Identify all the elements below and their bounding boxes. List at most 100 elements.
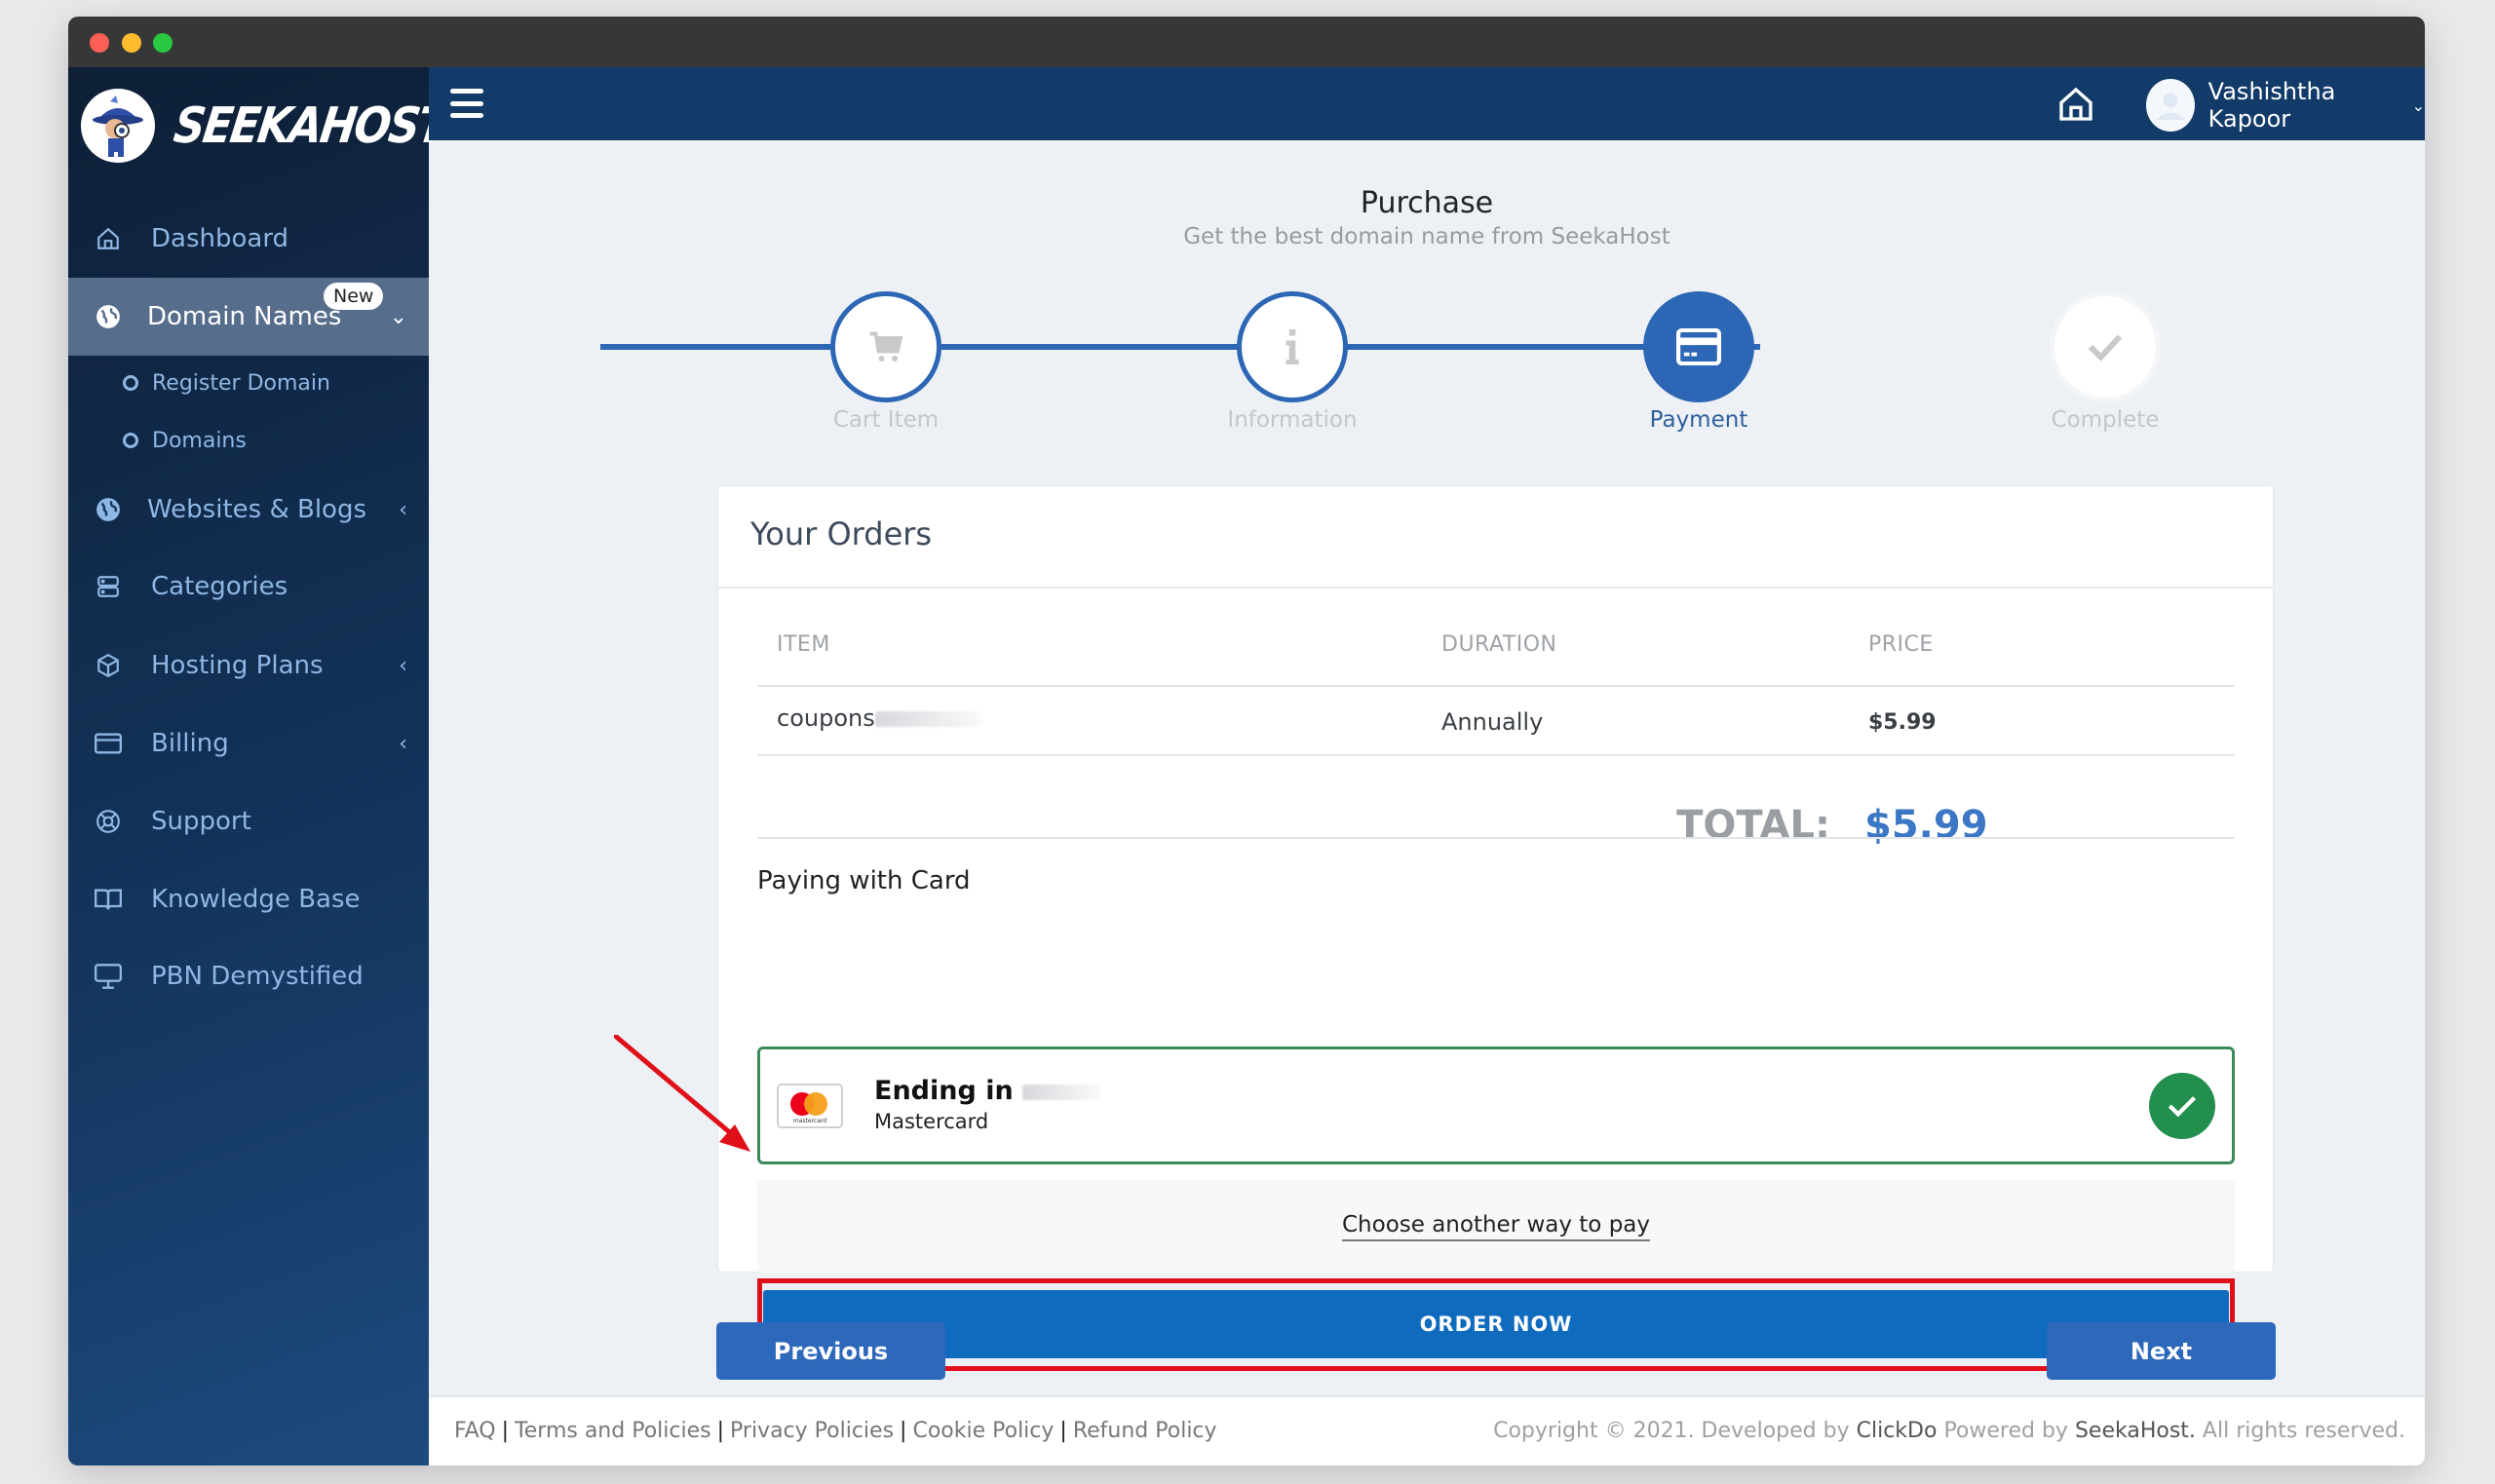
total-value: $5.99	[1864, 803, 1988, 848]
sidebar-item-label: Hosting Plans	[151, 651, 324, 680]
card-brand: Mastercard	[874, 1110, 989, 1133]
order-now-button[interactable]: ORDER NOW	[763, 1290, 2229, 1358]
sidebar-item-label: Websites & Blogs	[147, 495, 367, 524]
window-maximize-button[interactable]	[153, 33, 173, 53]
window-titlebar	[68, 17, 2425, 67]
chevron-down-icon: ⌄	[389, 304, 407, 329]
hamburger-icon-bar	[450, 113, 483, 118]
column-header-price: PRICE	[1868, 632, 1934, 657]
redacted-text	[874, 711, 982, 727]
lifebuoy-icon	[94, 807, 123, 836]
sidebar-item-support[interactable]: Support	[68, 792, 429, 851]
box-icon	[94, 651, 123, 680]
avatar	[2146, 79, 2195, 132]
table-divider	[757, 685, 2235, 687]
sidebar-item-dashboard[interactable]: Dashboard	[68, 209, 429, 268]
column-header-duration: DURATION	[1441, 632, 1557, 657]
user-menu[interactable]: Vashishtha Kapoor ⌄	[2146, 78, 2425, 133]
redacted-card-number	[1022, 1084, 1101, 1100]
column-header-item: ITEM	[777, 632, 830, 657]
credit-card-icon	[1676, 328, 1721, 365]
sidebar-item-label: Support	[151, 807, 251, 836]
sidebar-item-hosting-plans[interactable]: Hosting Plans ‹	[68, 636, 429, 695]
previous-button[interactable]: Previous	[716, 1322, 945, 1380]
choose-another-way-to-pay-link[interactable]: Choose another way to pay	[1341, 1212, 1650, 1241]
stepper-progress-line	[600, 344, 1760, 350]
window-minimize-button[interactable]	[122, 33, 141, 53]
table-divider	[757, 837, 2235, 839]
globe-icon	[94, 495, 123, 524]
footer-links: FAQ | Terms and Policies | Privacy Policies |…	[454, 1419, 1217, 1443]
footer-link-faq[interactable]: FAQ	[454, 1419, 496, 1443]
total-label: TOTAL:	[1676, 803, 1830, 848]
step-complete	[2050, 291, 2161, 402]
mascot-icon	[81, 89, 155, 163]
check-icon	[2088, 334, 2123, 361]
home-button[interactable]	[2056, 85, 2095, 124]
sidebar-subitem-label: Register Domain	[152, 370, 330, 396]
alternate-payment-section: Choose another way to pay	[757, 1180, 2235, 1273]
sidebar-item-billing[interactable]: Billing ‹	[68, 714, 429, 773]
sidebar-item-label: Billing	[151, 729, 229, 758]
monitor-icon	[94, 962, 123, 991]
step-cart-item[interactable]	[830, 291, 941, 402]
price-cell: $5.99	[1868, 710, 1937, 735]
checkout-stepper: Cart Item Information Payment Complete	[429, 140, 2425, 462]
globe-icon	[94, 302, 123, 331]
circle-icon	[123, 433, 138, 448]
browser-window: SEEKAHOST TM Dashboard Domain Names New …	[68, 17, 2425, 1465]
sidebar-item-pbn-demystified[interactable]: PBN Demystified	[68, 947, 429, 1006]
card-ending: Ending in	[874, 1076, 1101, 1106]
step-information[interactable]	[1237, 291, 1348, 402]
saved-card-option[interactable]: mastercard Ending in Mastercard	[757, 1046, 2235, 1164]
step-label: Cart Item	[832, 407, 940, 433]
table-divider	[757, 754, 2235, 756]
item-cell: coupons	[777, 704, 982, 732]
powered-by-link[interactable]: SeekaHost.	[2075, 1419, 2196, 1443]
sidebar-item-label: Knowledge Base	[151, 885, 361, 914]
sidebar-item-domain-names[interactable]: Domain Names New ⌄	[68, 278, 429, 356]
top-header: Vashishtha Kapoor ⌄	[429, 67, 2425, 140]
next-button[interactable]: Next	[2047, 1322, 2276, 1380]
sidebar-subitem-domains[interactable]: Domains	[68, 419, 429, 462]
item-name: coupons	[777, 704, 875, 732]
window-close-button[interactable]	[90, 33, 109, 53]
duration-cell: Annually	[1441, 708, 1544, 736]
menu-toggle-button[interactable]	[450, 89, 483, 118]
sidebar-item-knowledge-base[interactable]: Knowledge Base	[68, 870, 429, 929]
brand-name: SEEKAHOST	[170, 96, 450, 155]
sidebar-item-categories[interactable]: Categories	[68, 557, 429, 616]
footer-link-privacy[interactable]: Privacy Policies	[730, 1419, 894, 1443]
sidebar-item-websites-blogs[interactable]: Websites & Blogs ‹	[68, 480, 429, 539]
hamburger-icon-bar	[450, 89, 483, 94]
developer-link[interactable]: ClickDo	[1857, 1419, 1938, 1443]
main-content: Purchase Get the best domain name from S…	[429, 140, 2425, 1395]
copyright: Copyright © 2021. Developed by ClickDo P…	[1493, 1419, 2405, 1443]
footer-link-terms[interactable]: Terms and Policies	[515, 1419, 711, 1443]
cart-icon	[869, 331, 903, 361]
sidebar-item-label: Dashboard	[151, 224, 289, 253]
credit-card-icon	[94, 729, 123, 758]
chevron-down-icon: ⌄	[2411, 95, 2425, 115]
sidebar-subitem-register-domain[interactable]: Register Domain	[68, 361, 429, 404]
chevron-left-icon: ‹	[399, 653, 407, 678]
book-icon	[94, 885, 123, 914]
chevron-left-icon: ‹	[399, 497, 407, 522]
step-payment[interactable]	[1643, 291, 1754, 402]
home-icon	[94, 224, 123, 253]
home-icon	[2059, 87, 2092, 121]
step-label: Complete	[2051, 407, 2160, 433]
step-label: Information	[1227, 407, 1358, 433]
circle-icon	[123, 375, 138, 391]
sidebar-item-label: Categories	[151, 572, 288, 601]
step-label: Payment	[1649, 407, 1748, 433]
orders-title: Your Orders	[750, 515, 933, 552]
chevron-left-icon: ‹	[399, 731, 407, 756]
user-name: Vashishtha Kapoor	[2207, 78, 2336, 133]
brand-logo[interactable]: SEEKAHOST TM	[81, 89, 467, 163]
footer-link-refund[interactable]: Refund Policy	[1073, 1419, 1217, 1443]
orders-card: Your Orders ITEM DURATION PRICE coupons …	[717, 485, 2274, 1371]
paying-with-card-label: Paying with Card	[757, 866, 971, 895]
server-icon	[94, 572, 123, 601]
footer-link-cookie[interactable]: Cookie Policy	[912, 1419, 1054, 1443]
